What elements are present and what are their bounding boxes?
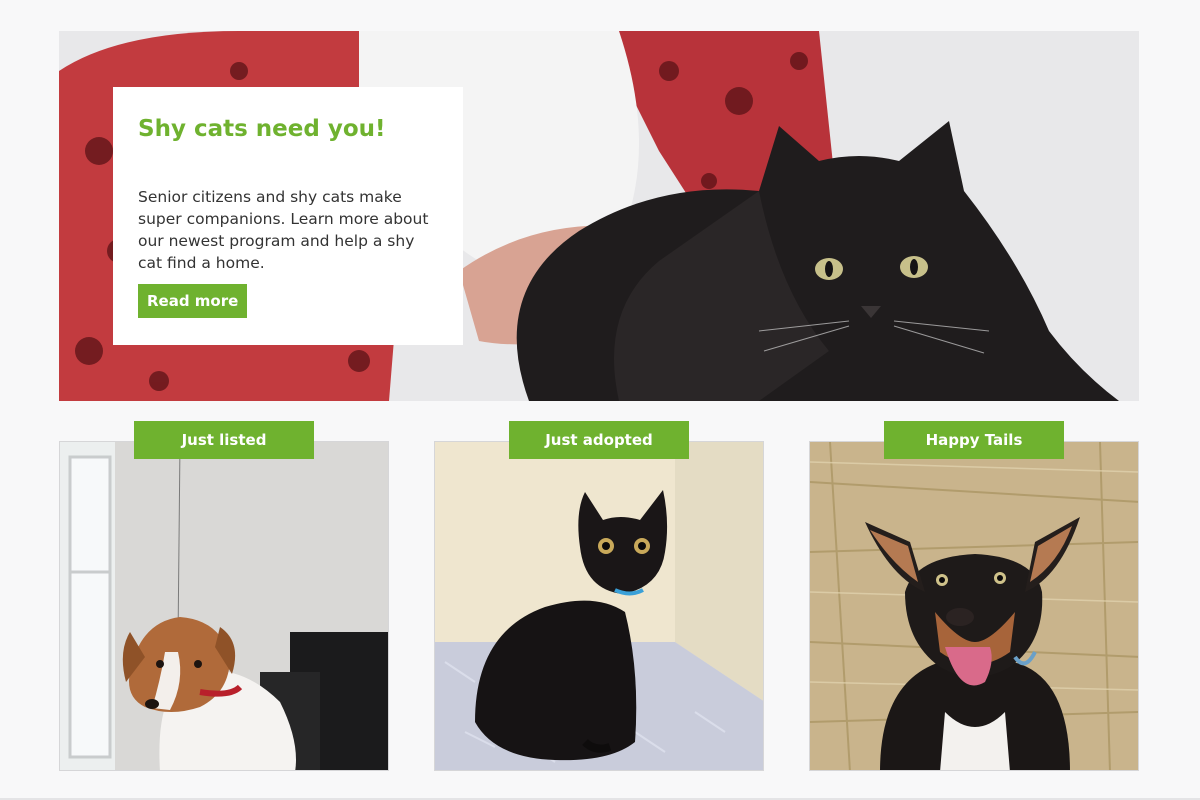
tile-happy-tails[interactable] [809, 441, 1139, 771]
promo-description: Senior citizens and shy cats make super … [138, 188, 429, 272]
tile-just-listed[interactable] [59, 441, 389, 771]
tile-just-adopted[interactable] [434, 441, 764, 771]
page: Shy cats need you! Senior citizens and s… [0, 0, 1200, 800]
jack-russell-photo [60, 442, 388, 770]
black-kitten-photo [435, 442, 763, 770]
read-more-button[interactable]: Read more [138, 284, 248, 318]
tile-label-just-listed[interactable]: Just listed [134, 421, 314, 459]
promo-title: Shy cats need you! [138, 116, 386, 142]
promo-card: Shy cats need you! Senior citizens and s… [113, 87, 463, 345]
tile-label-happy-tails[interactable]: Happy Tails [884, 421, 1064, 459]
tile-label-just-adopted[interactable]: Just adopted [509, 421, 689, 459]
kelpie-photo [810, 442, 1138, 770]
